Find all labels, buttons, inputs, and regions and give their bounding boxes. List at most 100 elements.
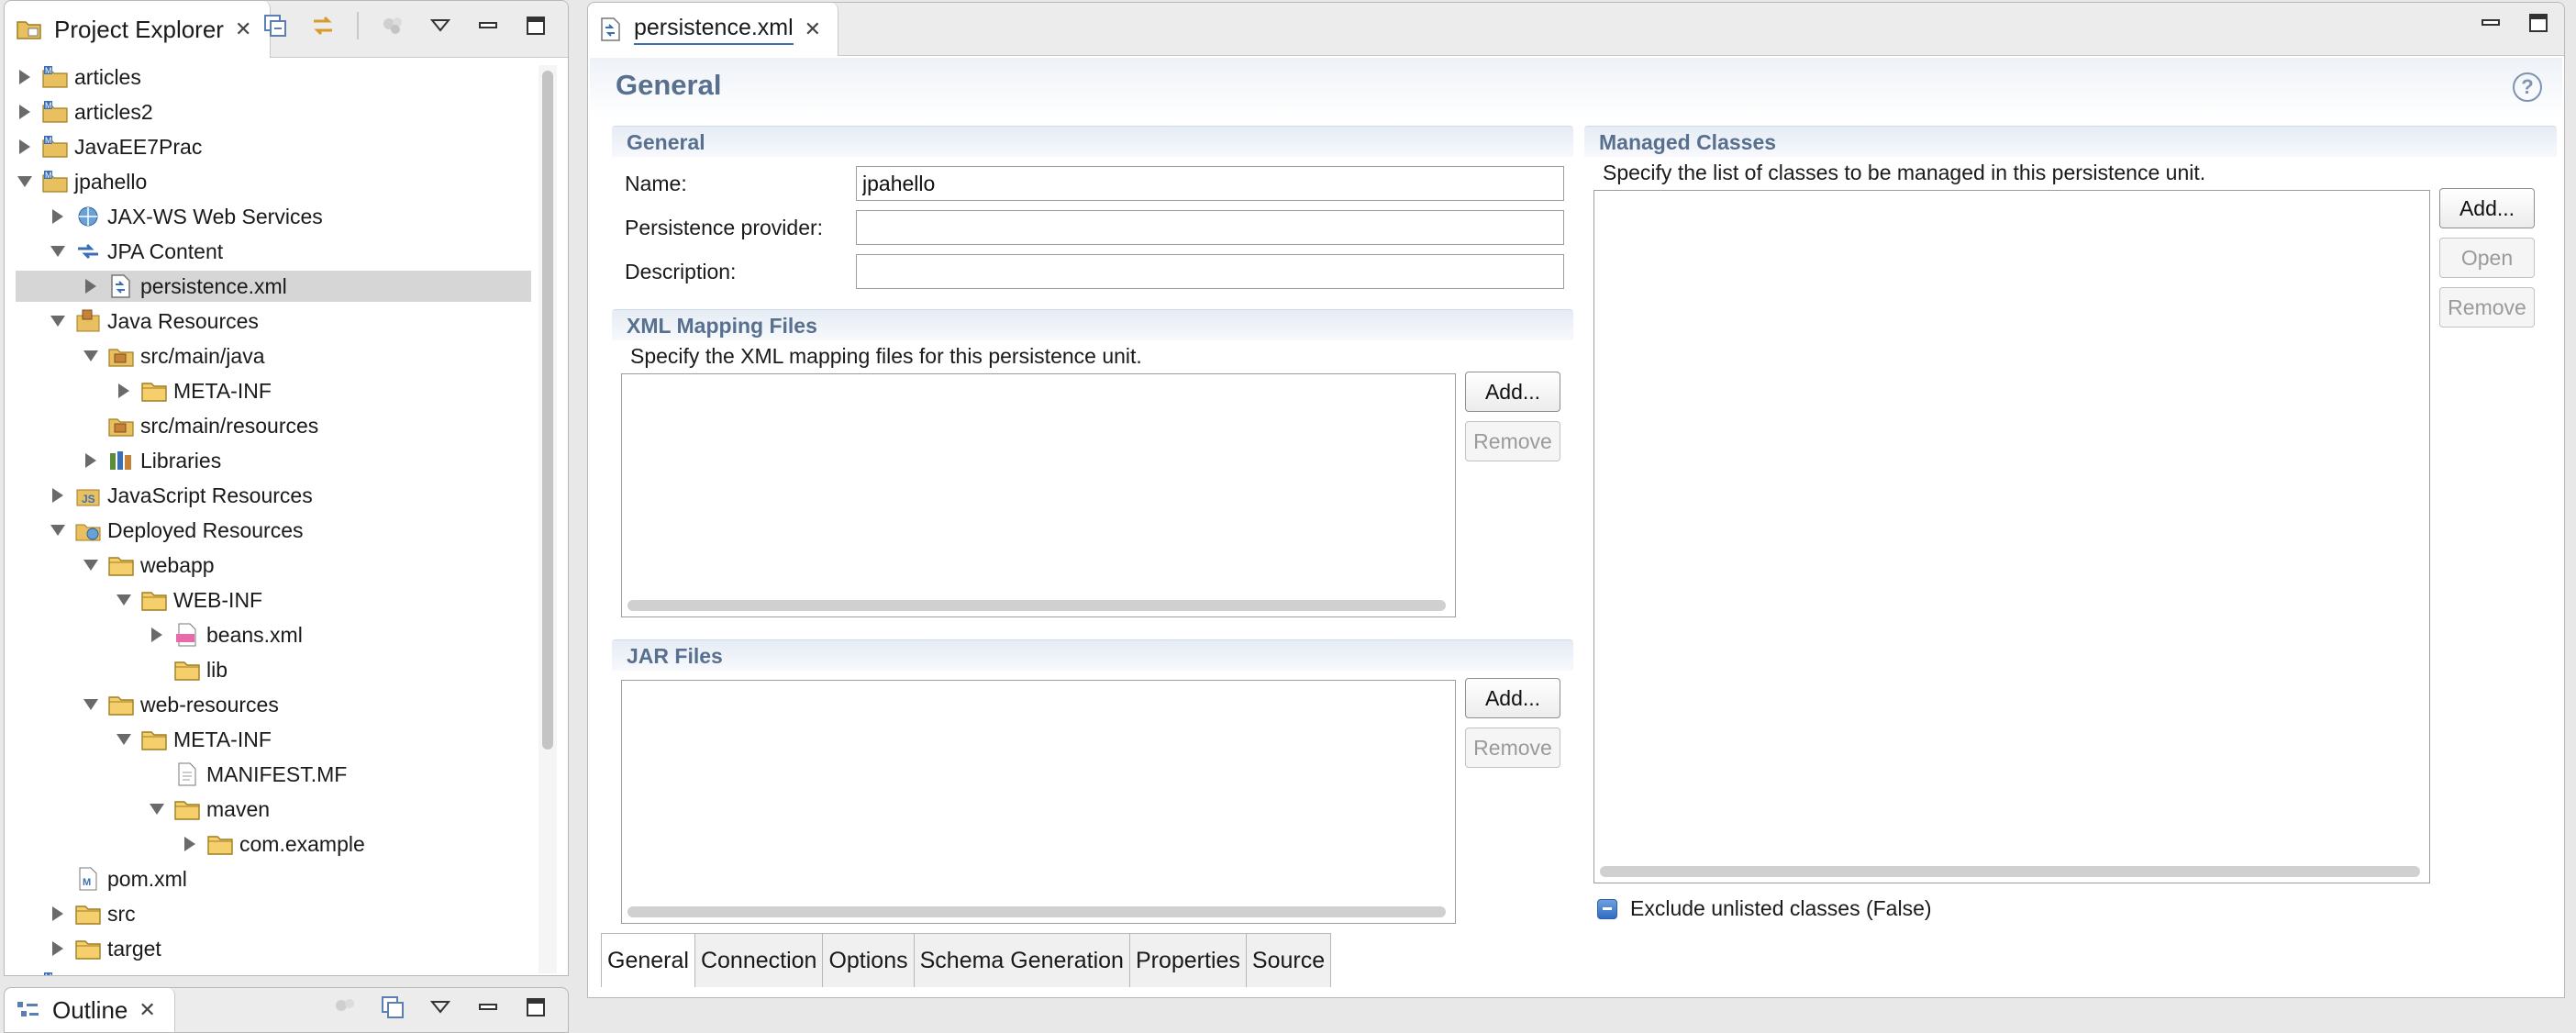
tree-item[interactable]: lib — [16, 654, 531, 685]
tree-item[interactable]: Marticles — [16, 61, 531, 93]
xml-mapping-add-button[interactable]: Add... — [1465, 372, 1560, 412]
view-menu-icon[interactable] — [427, 994, 454, 1021]
expand-arrow-icon[interactable] — [49, 939, 67, 958]
expand-arrow-icon[interactable] — [115, 382, 133, 400]
page-tab-schema-generation[interactable]: Schema Generation — [914, 934, 1130, 987]
managed-classes-add-button[interactable]: Add... — [2439, 188, 2535, 228]
tree-item[interactable]: Java Resources — [16, 305, 531, 337]
tree-scrollbar-thumb[interactable] — [542, 71, 553, 750]
collapse-arrow-icon[interactable] — [115, 591, 133, 609]
page-tab-options[interactable]: Options — [823, 934, 915, 987]
tree-item[interactable]: MANIFEST.MF — [16, 759, 531, 790]
outline-tab[interactable]: Outline ✕ — [5, 988, 175, 1032]
exclude-unlisted-classes-checkbox[interactable]: Exclude unlisted classes (False) — [1597, 896, 1932, 921]
editor-tab-persistence-xml[interactable]: persistence.xml ✕ — [588, 3, 839, 56]
close-icon[interactable]: ✕ — [139, 998, 155, 1022]
collapse-arrow-icon[interactable] — [16, 172, 34, 191]
tree-item[interactable]: web-resources — [16, 689, 531, 720]
xml-mapping-horizontal-scrollbar[interactable] — [627, 600, 1446, 611]
collapse-all-icon[interactable] — [261, 12, 289, 39]
tree-item[interactable]: target — [16, 933, 531, 964]
tree-item[interactable]: M JavaEE7Prac — [16, 131, 531, 162]
expand-arrow-icon[interactable] — [16, 138, 34, 156]
tree-item[interactable]: src/main/java — [16, 340, 531, 372]
page-tab-general[interactable]: General — [601, 934, 695, 987]
page-tab-source[interactable]: Source — [1246, 934, 1332, 987]
project-explorer-tab[interactable]: Project Explorer ✕ — [5, 1, 272, 58]
xml-mapping-section-header[interactable]: XML Mapping Files — [612, 309, 1573, 340]
filter-icon[interactable] — [331, 994, 359, 1021]
page-tab-properties[interactable]: Properties — [1129, 934, 1247, 987]
collapse-arrow-icon[interactable] — [82, 347, 100, 365]
tree-item[interactable]: Deployed Resources — [16, 515, 531, 546]
collapse-arrow-icon[interactable] — [82, 695, 100, 714]
description-input[interactable] — [856, 254, 1564, 289]
jar-files-section-header[interactable]: JAR Files — [612, 639, 1573, 671]
tree-item[interactable]: com.example — [16, 828, 531, 860]
maximize-icon[interactable] — [522, 12, 550, 39]
tree-item[interactable]: JS JavaScript Resources — [16, 480, 531, 511]
link-with-editor-icon[interactable] — [309, 12, 337, 39]
minimize-icon[interactable] — [2480, 12, 2502, 39]
managed-classes-open-button[interactable]: Open — [2439, 238, 2535, 278]
xml-mapping-list[interactable] — [621, 373, 1456, 617]
close-icon[interactable]: ✕ — [805, 17, 821, 41]
tree-item[interactable]: src — [16, 898, 531, 929]
tree-item[interactable]: persistence.xml — [16, 271, 531, 302]
expand-arrow-icon[interactable] — [49, 905, 67, 923]
expand-arrow-icon[interactable] — [16, 974, 34, 975]
tree-item[interactable]: META-INF — [16, 375, 531, 406]
jar-files-list[interactable] — [621, 680, 1456, 924]
tree-item[interactable]: Marticles2 — [16, 96, 531, 128]
jar-files-add-button[interactable]: Add... — [1465, 678, 1560, 718]
jar-files-horizontal-scrollbar[interactable] — [627, 906, 1446, 917]
jar-files-remove-button[interactable]: Remove — [1465, 728, 1560, 768]
expand-arrow-icon[interactable] — [82, 277, 100, 295]
persistence-provider-input[interactable] — [856, 210, 1564, 245]
tree-item[interactable]: Mnailedtothex — [16, 968, 531, 975]
collapse-arrow-icon[interactable] — [148, 800, 166, 818]
tree-item[interactable]: JAX-WS Web Services — [16, 201, 531, 232]
tree-item[interactable]: JPA Content — [16, 236, 531, 267]
tree-item[interactable]: webapp — [16, 550, 531, 581]
expand-arrow-icon[interactable] — [82, 451, 100, 470]
minimize-icon[interactable] — [474, 12, 502, 39]
tree-item[interactable]: Mpom.xml — [16, 863, 531, 894]
collapse-arrow-icon[interactable] — [115, 730, 133, 749]
expand-arrow-icon[interactable] — [16, 68, 34, 86]
minimize-icon[interactable] — [474, 994, 502, 1021]
tree-item[interactable]: META-INF — [16, 724, 531, 755]
expand-arrow-icon[interactable] — [16, 103, 34, 121]
collapse-all-icon[interactable] — [379, 994, 406, 1021]
expand-arrow-icon[interactable] — [49, 486, 67, 505]
tree-item[interactable]: Mjpahello — [16, 166, 531, 197]
help-icon[interactable]: ? — [2513, 72, 2542, 102]
project-tree[interactable]: Marticles Marticles2 M JavaEE7Prac Mjpahello… — [5, 61, 531, 975]
collapse-arrow-icon[interactable] — [49, 521, 67, 539]
managed-classes-remove-button[interactable]: Remove — [2439, 287, 2535, 328]
tree-vertical-scrollbar[interactable] — [539, 65, 557, 973]
collapse-arrow-icon[interactable] — [49, 242, 67, 261]
general-section-header[interactable]: General — [612, 126, 1573, 157]
maximize-icon[interactable] — [522, 994, 550, 1021]
collapse-arrow-icon[interactable] — [82, 556, 100, 574]
tree-item[interactable]: WEB-INF — [16, 584, 531, 616]
page-tab-connection[interactable]: Connection — [694, 934, 824, 987]
expand-arrow-icon[interactable] — [49, 207, 67, 226]
tree-item[interactable]: src/main/resources — [16, 410, 531, 441]
tree-item[interactable]: maven — [16, 794, 531, 825]
filter-icon[interactable] — [379, 12, 406, 39]
managed-classes-section-header[interactable]: Managed Classes — [1584, 126, 2557, 157]
expand-arrow-icon[interactable] — [181, 835, 199, 853]
expand-arrow-icon[interactable] — [148, 626, 166, 644]
view-menu-icon[interactable] — [427, 12, 454, 39]
maximize-icon[interactable] — [2527, 12, 2549, 39]
collapse-arrow-icon[interactable] — [49, 312, 67, 330]
tree-item[interactable]: beans.xml — [16, 619, 531, 650]
managed-classes-horizontal-scrollbar[interactable] — [1600, 866, 2420, 877]
tree-item[interactable]: Libraries — [16, 445, 531, 476]
tri-state-checkbox-icon[interactable] — [1597, 898, 1617, 919]
name-input[interactable] — [856, 166, 1564, 201]
close-icon[interactable]: ✕ — [235, 17, 251, 41]
managed-classes-list[interactable] — [1593, 190, 2430, 883]
